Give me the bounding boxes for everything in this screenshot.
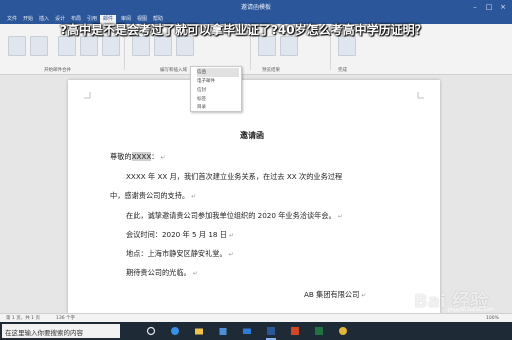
body-text: XXXX 年 XX 月，我们首次建立业务关系，在过去 XX 次的业务过程 — [126, 172, 343, 181]
corner-mark — [84, 92, 91, 99]
select-recipients-button[interactable] — [80, 36, 98, 56]
highlight-fields-button[interactable] — [132, 36, 150, 56]
mail-merge-dropdown: 信函 电子邮件 信封 标签 目录 — [190, 66, 242, 112]
body-line: 会议时间：2020 年 5 月 18 日 ↵ — [126, 230, 234, 240]
search-placeholder: 在这里输入你要搜索的内容 — [5, 329, 83, 337]
merge-field-name[interactable]: XXXX — [131, 152, 152, 161]
paragraph-mark: ↵ — [192, 270, 198, 277]
body-line: 在此，诚挚邀请贵公司参加我单位组织的 2020 年业务洽谈年会。 ↵ — [126, 211, 343, 221]
finish-merge-button[interactable] — [338, 36, 356, 56]
body-line: 地点：上海市静安区静安礼堂。 ↵ — [126, 249, 234, 259]
word-icon[interactable] — [266, 326, 276, 336]
tab-file[interactable]: 文件 — [4, 15, 20, 24]
paragraph-mark: ↵ — [228, 232, 234, 239]
task-view-icon[interactable] — [146, 326, 156, 336]
body-text: 期待贵公司的光临。 — [126, 268, 191, 277]
corner-mark — [417, 92, 424, 99]
greeting-prefix: 尊敬的 — [110, 152, 132, 161]
close-button[interactable]: × — [496, 2, 510, 12]
store-icon[interactable] — [218, 326, 228, 336]
paragraph-mark: ↵ — [337, 213, 343, 220]
body-text: 地点：上海市静安区静安礼堂。 — [126, 249, 227, 258]
body-line: XXXX 年 XX 月，我们首次建立业务关系，在过去 XX 次的业务过程 — [126, 172, 342, 182]
edge-icon[interactable] — [170, 326, 180, 336]
chrome-icon[interactable] — [338, 326, 348, 336]
signature-line: AB 集团有限公司 ↵ — [304, 290, 366, 300]
minimize-button[interactable]: – — [468, 2, 482, 12]
menu-item-directory[interactable]: 目录 — [197, 103, 239, 112]
address-block-button[interactable] — [154, 36, 172, 56]
create-labels-button[interactable] — [30, 36, 48, 56]
powerpoint-icon[interactable] — [290, 326, 300, 336]
start-mail-merge-button[interactable] — [58, 36, 76, 56]
document-page[interactable]: 邀请函 尊敬的XXXX： ↵ XXXX 年 XX 月，我们首次建立业务关系，在过去… — [68, 80, 440, 316]
group-label: 完成 — [338, 68, 347, 73]
maximize-button[interactable]: □ — [482, 2, 496, 12]
signature-text: AB 集团有限公司 — [304, 290, 360, 299]
edit-recipient-list-button[interactable] — [102, 36, 120, 56]
paragraph-mark: ↵ — [160, 154, 166, 161]
baidu-watermark-url: jingyan.baidu.com — [448, 307, 495, 313]
paragraph-mark: ↵ — [228, 251, 234, 258]
body-text: 在此，诚挚邀请贵公司参加我单位组织的 2020 年业务洽谈年会。 — [126, 211, 336, 220]
greeting-suffix: ： — [151, 152, 159, 161]
excel-icon[interactable] — [314, 326, 324, 336]
create-envelopes-button[interactable] — [8, 36, 26, 56]
document-title: 邀请函 — [240, 131, 264, 140]
group-label: 预览结果 — [262, 68, 280, 73]
title-bar: 邀请函模板 – □ × — [0, 0, 512, 14]
mail-icon[interactable] — [242, 326, 252, 336]
window-title: 邀请函模板 — [240, 4, 271, 11]
greeting-line-button[interactable] — [176, 36, 194, 56]
body-line: 中，感谢贵公司的支持。 ↵ — [110, 191, 196, 201]
overlay-headline: ?高中是不是会考过了就可以拿毕业证了?40岁怎么考高中学历证明？ — [60, 23, 427, 37]
menu-item-letters[interactable]: 信函 — [197, 68, 239, 77]
greeting-line: 尊敬的XXXX： ↵ — [110, 152, 166, 162]
body-text: 会议时间：2020 年 5 月 18 日 — [126, 230, 227, 239]
body-line: 期待贵公司的光临。 ↵ — [126, 268, 198, 278]
menu-item-email[interactable]: 电子邮件 — [197, 77, 239, 86]
menu-item-envelopes[interactable]: 信封 — [197, 86, 239, 95]
body-text: 中，感谢贵公司的支持。 — [110, 191, 190, 200]
find-recipient-button[interactable] — [280, 36, 298, 56]
group-label: 编写和插入域 — [160, 68, 187, 73]
paragraph-mark: ↵ — [361, 292, 367, 299]
taskbar: 在这里输入你要搜索的内容 — [0, 322, 512, 340]
group-label: 开始邮件合并 — [44, 68, 71, 73]
tab-home[interactable]: 开始 — [20, 15, 36, 24]
preview-results-button[interactable] — [258, 36, 276, 56]
folder-icon[interactable] — [194, 326, 204, 336]
taskbar-search-input[interactable]: 在这里输入你要搜索的内容 — [2, 324, 120, 338]
paragraph-mark: ↵ — [191, 193, 197, 200]
tab-insert[interactable]: 插入 — [36, 15, 52, 24]
